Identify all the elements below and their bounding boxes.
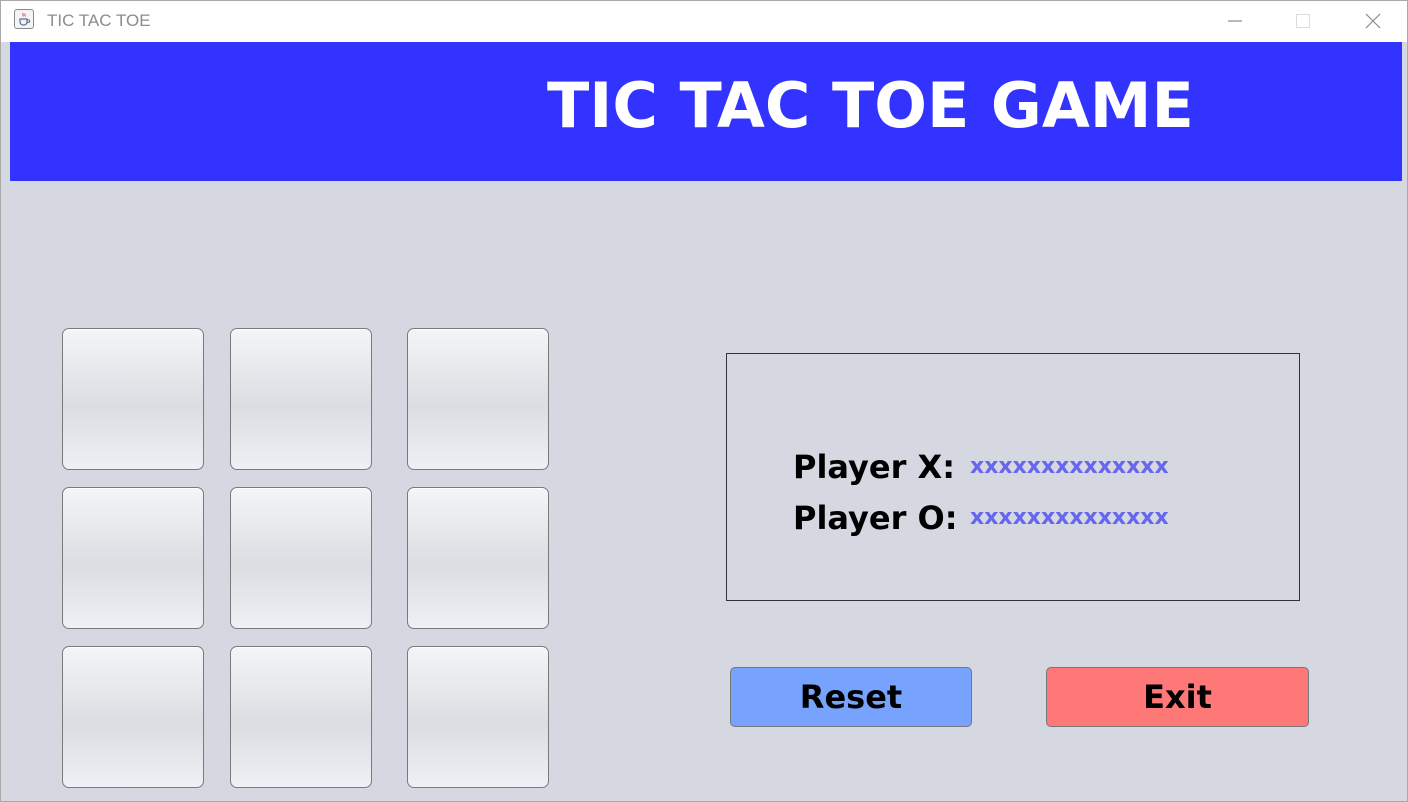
window-title: TIC TAC TOE [47, 11, 151, 30]
java-cup-icon [14, 9, 34, 29]
game-window: TIC TAC TOE TIC TAC TOE GAME Player X: x… [0, 0, 1408, 802]
player-o-value: xxxxxxxxxxxxxx [970, 505, 1169, 530]
maximize-icon [1296, 14, 1310, 28]
player-o-label: Player O: [793, 499, 958, 537]
board-cell-3[interactable] [407, 328, 549, 470]
reset-button[interactable]: Reset [730, 667, 972, 727]
board-cell-8[interactable] [230, 646, 372, 788]
board-cell-2[interactable] [230, 328, 372, 470]
title-bar[interactable]: TIC TAC TOE [1, 1, 1407, 42]
close-icon [1365, 13, 1381, 29]
board-cell-4[interactable] [62, 487, 204, 629]
scoreboard-panel: Player X: xxxxxxxxxxxxxx Player O: xxxxx… [726, 353, 1300, 601]
title-banner: TIC TAC TOE GAME [10, 42, 1402, 181]
player-x-value: xxxxxxxxxxxxxx [970, 454, 1169, 479]
close-button[interactable] [1339, 1, 1407, 41]
board-cell-7[interactable] [62, 646, 204, 788]
minimize-button[interactable] [1201, 1, 1269, 41]
exit-button[interactable]: Exit [1046, 667, 1309, 727]
player-x-label: Player X: [793, 448, 955, 486]
board-cell-1[interactable] [62, 328, 204, 470]
maximize-button[interactable] [1269, 1, 1337, 41]
board-cell-9[interactable] [407, 646, 549, 788]
minimize-icon [1228, 20, 1242, 22]
board-cell-5[interactable] [230, 487, 372, 629]
board-cell-6[interactable] [407, 487, 549, 629]
game-title: TIC TAC TOE GAME [547, 69, 1194, 142]
